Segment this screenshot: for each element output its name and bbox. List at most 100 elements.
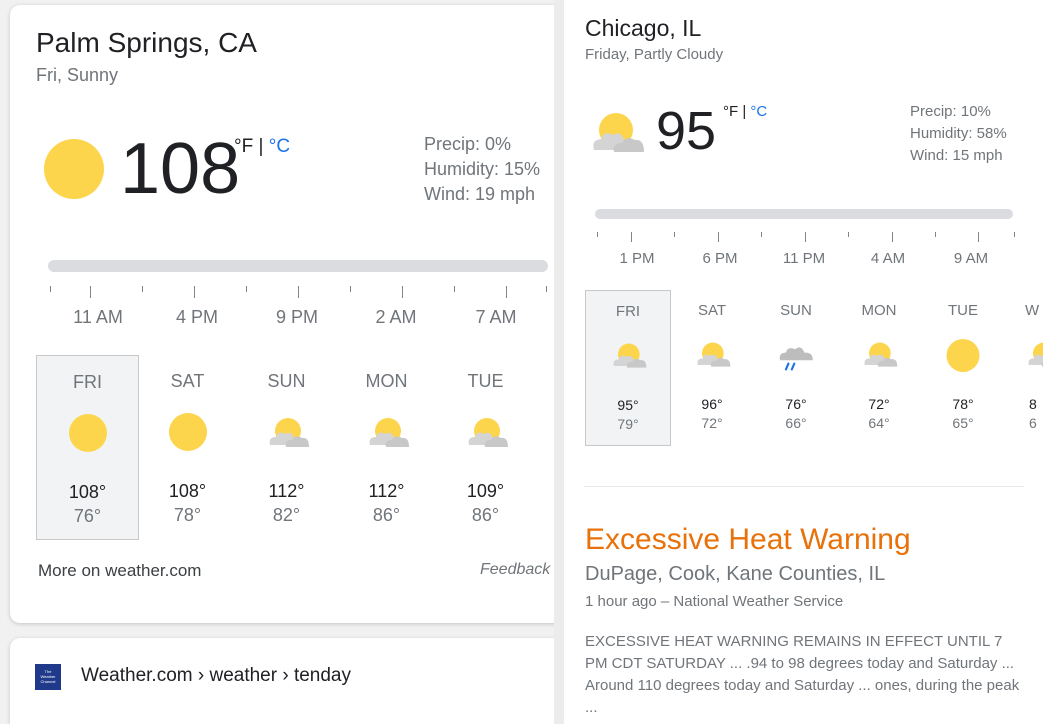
celsius-link[interactable]: °C bbox=[750, 103, 767, 120]
day-forecast-wed[interactable]: W 8 6 bbox=[1004, 290, 1043, 446]
tick-mark bbox=[246, 286, 247, 292]
day-high: 72° bbox=[868, 396, 890, 412]
day-high: 78° bbox=[952, 396, 974, 412]
day-low: 64° bbox=[868, 415, 890, 431]
day-low: 86° bbox=[372, 505, 401, 525]
day-forecast-mon[interactable]: MON 72° 64° bbox=[836, 290, 922, 446]
day-forecast-fri[interactable]: FRI 95° 79° bbox=[585, 290, 671, 446]
tick-mark bbox=[597, 232, 598, 237]
day-low: 79° bbox=[617, 416, 639, 432]
wind-stat: Wind: 15 mph bbox=[910, 147, 1003, 164]
warning-area: DuPage, Cook, Kane Counties, IL bbox=[585, 563, 886, 585]
tick-mark bbox=[674, 232, 675, 237]
time-label: 2 AM bbox=[375, 307, 417, 327]
fahrenheit-unit[interactable]: °F bbox=[234, 136, 253, 157]
day-forecast-fri[interactable]: FRI 108° 76° bbox=[36, 355, 139, 540]
sunny-icon bbox=[44, 139, 104, 199]
time-label: 4 PM bbox=[175, 307, 219, 327]
day-high: 108° bbox=[168, 481, 207, 501]
hourly-slider-track[interactable] bbox=[48, 260, 548, 272]
day-name: W bbox=[1025, 302, 1040, 319]
time-label: 9 PM bbox=[275, 307, 319, 327]
unit-toggle: °F | °C bbox=[723, 103, 767, 120]
day-name: FRI bbox=[615, 303, 641, 320]
sunny-icon bbox=[946, 339, 980, 372]
unit-toggle: °F | °C bbox=[234, 136, 290, 158]
day-low: 82° bbox=[272, 505, 301, 525]
day-name: SAT bbox=[697, 302, 727, 319]
tick-mark bbox=[805, 232, 806, 242]
tick-mark bbox=[631, 232, 632, 242]
day-forecast-tue[interactable]: TUE 78° 65° bbox=[920, 290, 1006, 446]
day-name: SUN bbox=[780, 302, 812, 319]
day-high: 8 bbox=[1029, 396, 1037, 412]
fahrenheit-unit[interactable]: °F bbox=[723, 103, 738, 120]
day-high: 112° bbox=[268, 481, 305, 501]
tick-mark bbox=[350, 286, 351, 292]
time-label: 4 AM bbox=[870, 250, 906, 267]
hourly-slider-track[interactable] bbox=[595, 209, 1013, 219]
celsius-link[interactable]: °C bbox=[269, 136, 290, 157]
day-name: MON bbox=[861, 302, 897, 319]
tick-mark bbox=[90, 286, 91, 298]
chicago-weather-pane: Chicago, IL Friday, Partly Cloudy 95 °F … bbox=[564, 0, 1043, 724]
tick-mark bbox=[935, 232, 936, 237]
more-on-weather-link[interactable]: More on weather.com bbox=[38, 561, 201, 581]
tick-mark bbox=[978, 232, 979, 242]
precip-stat: Precip: 0% bbox=[424, 134, 512, 154]
day-forecast-sun[interactable]: SUN 76° 66° bbox=[753, 290, 839, 446]
heat-warning-title[interactable]: Excessive Heat Warning bbox=[585, 523, 911, 557]
day-name: MON bbox=[365, 371, 408, 391]
time-label: 6 PM bbox=[702, 250, 738, 267]
day-name: TUE bbox=[467, 371, 504, 391]
day-name: FRI bbox=[73, 372, 102, 392]
day-forecast-tue[interactable]: TUE 109° 86° bbox=[434, 355, 537, 540]
tick-mark bbox=[761, 232, 762, 237]
tick-mark bbox=[142, 286, 143, 292]
day-low: 65° bbox=[952, 415, 974, 431]
day-low: 76° bbox=[73, 506, 102, 526]
warning-text: EXCESSIVE HEAT WARNING REMAINS IN EFFECT… bbox=[585, 633, 1020, 716]
weather-stats: Precip: 10% Humidity: 58% Wind: 15 mph bbox=[910, 101, 1007, 167]
day-forecast-sat[interactable]: SAT 96° 72° bbox=[669, 290, 755, 446]
warning-source: 1 hour ago – National Weather Service bbox=[585, 593, 844, 610]
condition-subtitle: Fri, Sunny bbox=[36, 65, 119, 85]
partly-cloudy-icon bbox=[468, 418, 508, 447]
day-forecast-sun[interactable]: SUN 112° 82° bbox=[235, 355, 338, 540]
day-high: 108° bbox=[68, 482, 107, 502]
time-label: 7 AM bbox=[475, 307, 517, 327]
weather-card: Palm Springs, CA Fri, Sunny 108 °F | °C … bbox=[10, 5, 554, 623]
partly-cloudy-icon bbox=[1028, 342, 1043, 367]
tick-mark bbox=[454, 286, 455, 292]
condition-subtitle: Friday, Partly Cloudy bbox=[585, 46, 724, 63]
feedback-link[interactable]: Feedback bbox=[480, 561, 550, 579]
tick-mark bbox=[298, 286, 299, 298]
tick-mark bbox=[848, 232, 849, 237]
day-forecast-mon[interactable]: MON 112° 86° bbox=[335, 355, 438, 540]
wind-stat: Wind: 19 mph bbox=[424, 184, 536, 204]
result-breadcrumb-link[interactable]: Weather.com › weather › tenday bbox=[81, 665, 351, 687]
humidity-stat: Humidity: 15% bbox=[424, 159, 541, 179]
day-high: 95° bbox=[617, 397, 639, 413]
unit-separator: | bbox=[742, 103, 747, 120]
tick-mark bbox=[1014, 232, 1015, 237]
time-label: 11 PM bbox=[782, 250, 826, 267]
day-forecast-sat[interactable]: SAT 108° 78° bbox=[136, 355, 239, 540]
palm-springs-weather-pane: Palm Springs, CA Fri, Sunny 108 °F | °C … bbox=[0, 0, 554, 724]
time-label: 9 AM bbox=[953, 250, 989, 267]
time-label: 1 PM bbox=[619, 250, 655, 267]
tick-mark bbox=[50, 286, 51, 292]
day-low: 66° bbox=[785, 415, 807, 431]
partly-cloudy-icon bbox=[613, 343, 647, 368]
tick-mark bbox=[402, 286, 403, 298]
sunny-icon bbox=[168, 413, 207, 451]
day-name: SAT bbox=[170, 371, 205, 391]
unit-separator: | bbox=[258, 136, 264, 157]
day-low: 72° bbox=[701, 415, 723, 431]
precip-stat: Precip: 10% bbox=[910, 103, 991, 120]
tick-mark bbox=[892, 232, 893, 242]
location-title: Chicago, IL bbox=[585, 15, 702, 41]
partly-cloudy-icon bbox=[593, 113, 644, 152]
day-high: 109° bbox=[466, 481, 505, 501]
time-label: 11 AM bbox=[73, 307, 123, 327]
